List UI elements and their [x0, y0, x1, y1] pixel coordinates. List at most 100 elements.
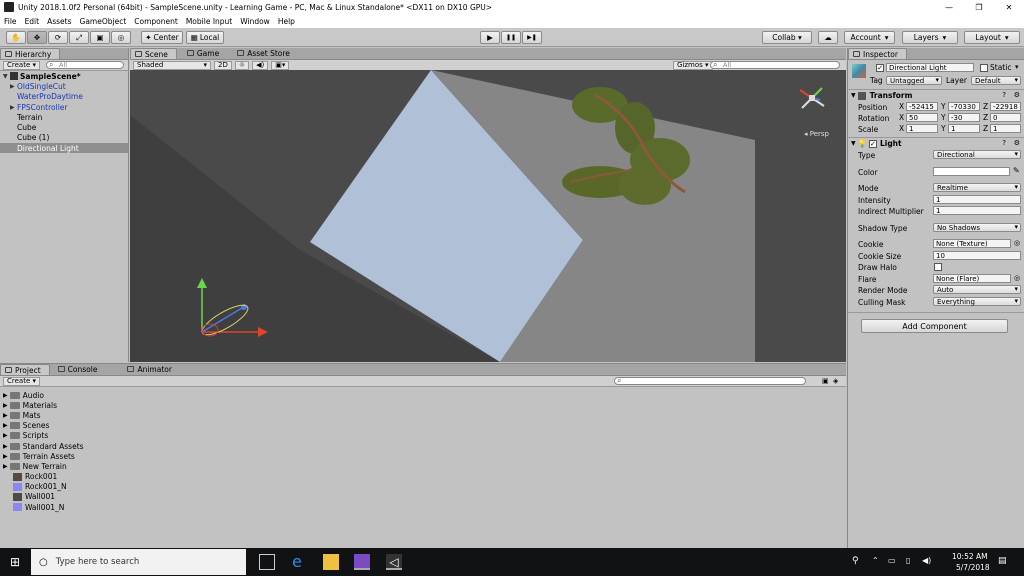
scale-tool-icon[interactable]: ⤢ — [69, 31, 89, 44]
tab-inspector[interactable]: Inspector — [848, 48, 907, 59]
tab-console[interactable]: Console — [54, 364, 106, 375]
project-folder-item[interactable]: ▶ New Terrain — [0, 461, 846, 471]
tab-scene[interactable]: Scene — [130, 48, 177, 59]
scene-root[interactable]: ▼ SampleScene* — [0, 71, 128, 81]
layout-dropdown[interactable]: Layout ▾ — [964, 31, 1020, 44]
close-button[interactable]: ✕ — [994, 0, 1024, 14]
tab-project[interactable]: Project — [0, 364, 50, 375]
static-dropdown-icon[interactable]: ▾ — [1015, 63, 1019, 71]
project-folder-item[interactable]: ▶ Scripts — [0, 431, 846, 441]
flare-field[interactable]: None (Flare) — [933, 274, 1011, 283]
filter-label-icon[interactable]: ◈ — [833, 377, 838, 385]
tab-animator[interactable]: Animator — [123, 364, 179, 375]
shading-mode-dropdown[interactable]: Shaded ▾ — [133, 60, 211, 70]
static-checkbox[interactable] — [980, 64, 988, 72]
light-enabled-checkbox[interactable]: ✓ — [868, 139, 877, 148]
visual-studio-icon[interactable] — [354, 554, 370, 570]
eyedropper-icon[interactable]: ✎ — [1013, 166, 1020, 175]
battery-icon[interactable]: ▯ — [906, 556, 910, 565]
filter-type-icon[interactable]: ▣ — [822, 377, 829, 385]
rotation-y-field[interactable]: -30 — [948, 113, 980, 122]
help-icon[interactable]: ? — [1002, 139, 1006, 147]
rotate-tool-icon[interactable]: ⟳ — [48, 31, 68, 44]
hierarchy-search-input[interactable]: All — [46, 60, 125, 70]
expand-arrow-icon[interactable]: ▶ — [3, 402, 8, 409]
expand-arrow-icon[interactable]: ▶ — [3, 443, 8, 450]
project-asset-item[interactable]: Rock001 — [0, 472, 846, 482]
project-search-input[interactable] — [614, 376, 806, 386]
expand-arrow-icon[interactable]: ▶ — [3, 392, 8, 399]
object-picker-icon[interactable]: ◎ — [1014, 239, 1020, 247]
hierarchy-item[interactable]: Directional Light — [0, 143, 128, 154]
add-component-button[interactable]: Add Component — [861, 319, 1008, 333]
position-x-field[interactable]: -52415 — [906, 102, 938, 111]
scene-search-input[interactable]: All — [710, 60, 840, 70]
active-checkbox[interactable]: ✓ — [876, 64, 884, 72]
account-dropdown[interactable]: Account ▾ — [844, 31, 895, 44]
expand-arrow-icon[interactable]: ▶ — [3, 463, 8, 470]
hierarchy-item[interactable]: Cube (1) — [0, 133, 128, 143]
layers-dropdown[interactable]: Layers ▾ — [902, 31, 958, 44]
project-folder-item[interactable]: ▶ Standard Assets — [0, 441, 846, 451]
project-folder-item[interactable]: ▶ Audio — [0, 390, 846, 400]
task-view-icon[interactable] — [259, 554, 275, 570]
hand-tool-icon[interactable]: ✋ — [6, 31, 26, 44]
play-button[interactable]: ▶ — [480, 31, 500, 44]
menu-window[interactable]: Window — [240, 17, 270, 26]
settings-gear-icon[interactable]: ⚙ — [1014, 91, 1020, 99]
expand-arrow-icon[interactable]: ▶ — [3, 432, 8, 439]
layer-dropdown[interactable]: Default — [971, 76, 1021, 85]
expand-arrow-icon[interactable]: ▶ — [10, 83, 17, 90]
tab-game[interactable]: Game — [183, 48, 227, 59]
position-y-field[interactable]: -70330 — [948, 102, 980, 111]
project-folder-item[interactable]: ▶ Mats — [0, 410, 846, 420]
notifications-icon[interactable]: ▤ — [998, 556, 1007, 566]
gizmos-dropdown[interactable]: Gizmos ▾ — [673, 60, 713, 70]
menu-assets[interactable]: Assets — [47, 17, 71, 26]
hierarchy-item[interactable]: ▶ OldSingleCut — [0, 81, 128, 91]
step-button[interactable]: ▶❚ — [522, 31, 542, 44]
scale-x-field[interactable]: 1 — [906, 124, 938, 133]
rotation-x-field[interactable]: 50 — [906, 113, 938, 122]
people-icon[interactable]: ⚲ — [852, 556, 859, 566]
cookie-field[interactable]: None (Texture) — [933, 239, 1011, 248]
transform-tool-icon[interactable]: ◎ — [111, 31, 131, 44]
edge-browser-icon[interactable]: e — [292, 554, 308, 570]
scale-y-field[interactable]: 1 — [948, 124, 980, 133]
mode-2d-button[interactable]: 2D — [214, 60, 232, 70]
effects-dropdown-icon[interactable]: ▣▾ — [271, 60, 290, 70]
scale-z-field[interactable]: 1 — [990, 124, 1021, 133]
expand-arrow-icon[interactable]: ▼ — [3, 73, 10, 80]
menu-component[interactable]: Component — [134, 17, 178, 26]
projection-label[interactable]: ◂ Persp — [804, 130, 830, 138]
unity-taskbar-icon[interactable]: ◁ — [386, 554, 402, 570]
lighting-toggle-icon[interactable]: ☼ — [234, 60, 250, 70]
project-asset-item[interactable]: Wall001_N — [0, 502, 846, 512]
maximize-button[interactable]: ❐ — [964, 0, 994, 14]
clock-time[interactable]: 10:52 AM — [952, 552, 988, 561]
collab-button[interactable]: Collab ▾ — [762, 31, 812, 44]
menu-gameobject[interactable]: GameObject — [80, 17, 127, 26]
project-create-button[interactable]: Create ▾ — [3, 376, 41, 386]
menu-file[interactable]: File — [4, 17, 17, 26]
transform-header[interactable]: ▼ Transform — [851, 91, 912, 100]
position-z-field[interactable]: -22918 — [990, 102, 1021, 111]
culling-mask-dropdown[interactable]: Everything — [933, 297, 1021, 306]
menu-edit[interactable]: Edit — [25, 17, 40, 26]
hierarchy-create-button[interactable]: Create ▾ — [3, 60, 41, 70]
settings-gear-icon[interactable]: ⚙ — [1014, 139, 1020, 147]
object-picker-icon[interactable]: ◎ — [1014, 274, 1020, 282]
project-folder-item[interactable]: ▶ Terrain Assets — [0, 451, 846, 461]
rect-tool-icon[interactable]: ▣ — [90, 31, 110, 44]
object-name-field[interactable]: Directional Light — [886, 63, 974, 72]
light-type-dropdown[interactable]: Directional — [933, 150, 1021, 159]
clock-date[interactable]: 5/7/2018 — [956, 563, 990, 572]
pivot-center-button[interactable]: ✦ Center — [141, 31, 183, 44]
cookie-size-field[interactable]: 10 — [933, 251, 1021, 260]
file-explorer-icon[interactable] — [323, 554, 339, 570]
help-icon[interactable]: ? — [1002, 91, 1006, 99]
render-mode-dropdown[interactable]: Auto — [933, 285, 1021, 294]
scene-viewport[interactable]: ◂ Persp — [130, 70, 846, 362]
windows-start-icon[interactable]: ⊞ — [10, 556, 21, 568]
project-folder-item[interactable]: ▶ Materials — [0, 400, 846, 410]
